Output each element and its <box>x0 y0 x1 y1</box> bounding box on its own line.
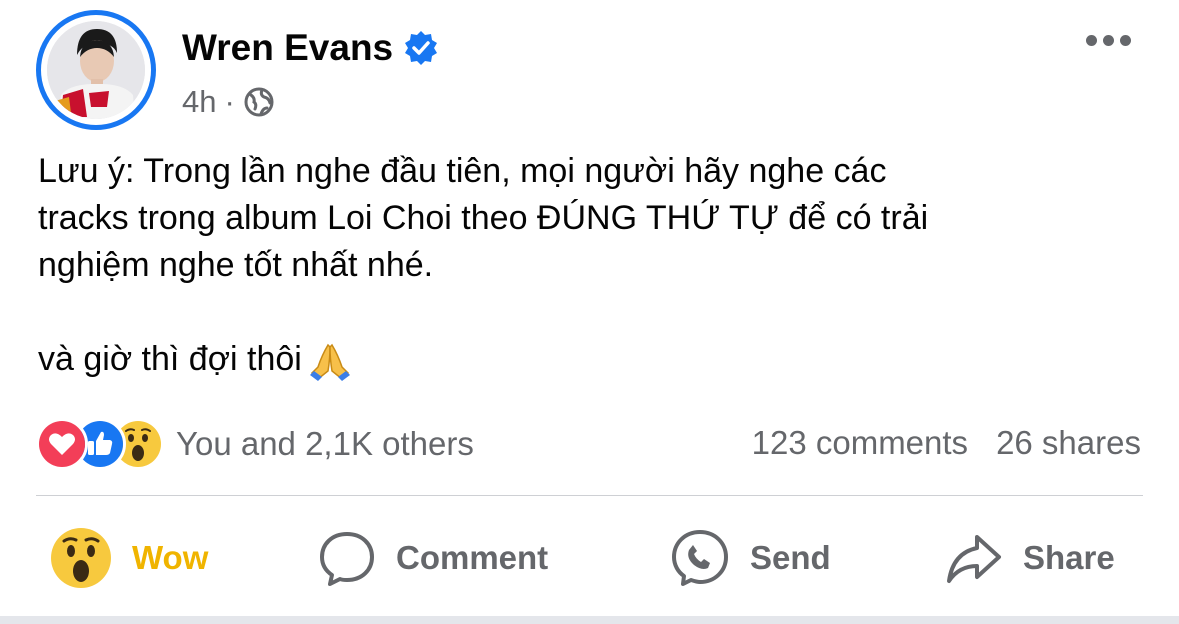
wow-emoji-icon <box>51 528 111 588</box>
avatar[interactable] <box>47 21 145 119</box>
dot <box>1103 34 1114 46</box>
comment-button[interactable]: Comment <box>318 520 548 596</box>
feed-separator <box>0 616 1179 624</box>
comment-label: Comment <box>396 539 549 576</box>
shares-count[interactable]: 26 shares <box>996 424 1141 462</box>
send-button[interactable]: Send <box>670 520 831 596</box>
action-bar: Wow Comment Send Share <box>0 520 1179 596</box>
reaction-count[interactable]: You and 2,1K others <box>176 425 474 463</box>
reaction-summary[interactable]: You and 2,1K others <box>36 418 474 470</box>
facebook-post: Wren Evans 4h · Lưu ý: Trong lần nghe đầ… <box>0 0 1179 616</box>
dot <box>1086 34 1097 46</box>
wow-label: Wow <box>132 539 209 576</box>
messenger-icon <box>672 530 728 586</box>
author-row: Wren Evans <box>182 26 439 70</box>
post-line-text: và giờ thì đợi thôi <box>38 340 302 378</box>
post-line: nghiệm nghe tốt nhất nhé. <box>38 246 434 284</box>
folded-hands-emoji-icon <box>309 343 350 382</box>
post-line-final: và giờ thì đợi thôi <box>38 336 1148 383</box>
comments-count[interactable]: 123 comments <box>752 424 968 462</box>
comment-icon <box>320 532 374 586</box>
post-meta: 4h · <box>182 84 275 120</box>
post-line: tracks trong album Loi Choi theo ĐÚNG TH… <box>38 199 929 237</box>
divider <box>36 495 1143 496</box>
avatar-image <box>47 21 145 119</box>
engagement-counts: 123 comments 26 shares <box>752 424 1141 462</box>
meta-separator: · <box>224 84 235 119</box>
send-label: Send <box>750 539 831 576</box>
author-name[interactable]: Wren Evans <box>182 26 393 70</box>
story-ring[interactable] <box>36 10 156 130</box>
dot <box>1120 34 1131 46</box>
share-label: Share <box>1023 539 1115 576</box>
share-icon <box>947 535 1001 583</box>
post-text: Lưu ý: Trong lần nghe đầu tiên, mọi ngườ… <box>38 148 1148 383</box>
more-options-button[interactable] <box>1086 28 1138 52</box>
share-button[interactable]: Share <box>945 520 1115 596</box>
verified-badge-icon <box>405 31 438 65</box>
post-time[interactable]: 4h <box>182 84 216 120</box>
post-line: Lưu ý: Trong lần nghe đầu tiên, mọi ngườ… <box>38 152 887 190</box>
globe-icon[interactable] <box>243 86 275 118</box>
wow-button[interactable]: Wow <box>50 520 208 596</box>
love-reaction-icon <box>36 418 88 470</box>
